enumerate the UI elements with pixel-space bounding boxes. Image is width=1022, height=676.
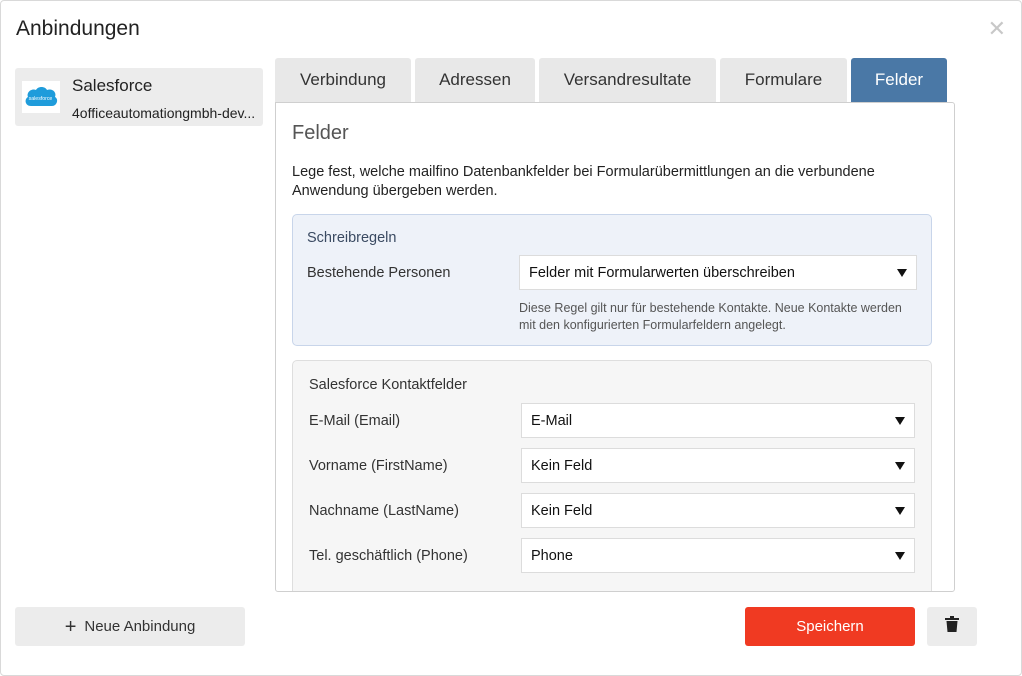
delete-button[interactable]	[927, 607, 977, 646]
existing-persons-select[interactable]: Felder mit Formularwerten überschreiben	[519, 255, 917, 290]
field-value-firstname: Kein Feld	[531, 457, 593, 474]
new-connection-label: Neue Anbindung	[84, 618, 196, 635]
field-label-phone: Tel. geschäftlich (Phone)	[309, 548, 468, 564]
write-rules-section: Schreibregeln Bestehende Personen Felder…	[292, 214, 932, 346]
field-label-firstname: Vorname (FirstName)	[309, 458, 448, 474]
field-label-email: E-Mail (Email)	[309, 413, 401, 429]
tab-versandresultate[interactable]: Versandresultate	[539, 58, 716, 102]
dropdown-arrow-icon	[897, 269, 907, 277]
connection-item-salesforce[interactable]: salesforce Salesforce 4officeautomationg…	[15, 68, 263, 126]
close-icon[interactable]: ✕	[988, 18, 1006, 40]
tab-verbindung[interactable]: Verbindung	[275, 58, 411, 102]
plus-icon: +	[64, 615, 77, 638]
tab-formulare[interactable]: Formulare	[720, 58, 847, 102]
contact-fields-title: Salesforce Kontaktfelder	[309, 377, 467, 393]
write-rules-title: Schreibregeln	[307, 230, 397, 246]
salesforce-logo-icon: salesforce	[22, 81, 60, 113]
field-value-phone: Phone	[531, 547, 573, 564]
contact-fields-section: Salesforce Kontaktfelder E-Mail (Email) …	[292, 360, 932, 591]
dropdown-arrow-icon	[895, 507, 905, 515]
field-select-email[interactable]: E-Mail	[521, 403, 915, 438]
trash-icon	[945, 616, 959, 637]
new-connection-button[interactable]: + Neue Anbindung	[15, 607, 245, 646]
tab-panel: Felder Lege fest, welche mailfino Datenb…	[275, 102, 955, 592]
tab-felder[interactable]: Felder	[851, 58, 947, 102]
dropdown-arrow-icon	[895, 462, 905, 470]
existing-persons-label: Bestehende Personen	[307, 265, 451, 281]
field-select-firstname[interactable]: Kein Feld	[521, 448, 915, 483]
tab-adressen[interactable]: Adressen	[415, 58, 535, 102]
panel-description: Lege fest, welche mailfino Datenbankfeld…	[292, 164, 875, 199]
field-label-lastname: Nachname (LastName)	[309, 503, 459, 519]
connection-account: 4officeautomationgmbh-dev...	[72, 105, 256, 121]
field-value-lastname: Kein Feld	[531, 502, 593, 519]
write-rules-hint: Diese Regel gilt nur für bestehende Kont…	[519, 301, 902, 332]
dropdown-arrow-icon	[895, 417, 905, 425]
field-select-phone[interactable]: Phone	[521, 538, 915, 573]
connection-name: Salesforce	[72, 76, 153, 95]
svg-text:salesforce: salesforce	[29, 96, 53, 102]
field-value-email: E-Mail	[531, 412, 573, 429]
panel-title: Felder	[292, 122, 349, 144]
existing-persons-value: Felder mit Formularwerten überschreiben	[529, 264, 795, 281]
field-select-lastname[interactable]: Kein Feld	[521, 493, 915, 528]
dropdown-arrow-icon	[895, 552, 905, 560]
dialog-title: Anbindungen	[16, 17, 140, 40]
save-button[interactable]: Speichern	[745, 607, 915, 646]
